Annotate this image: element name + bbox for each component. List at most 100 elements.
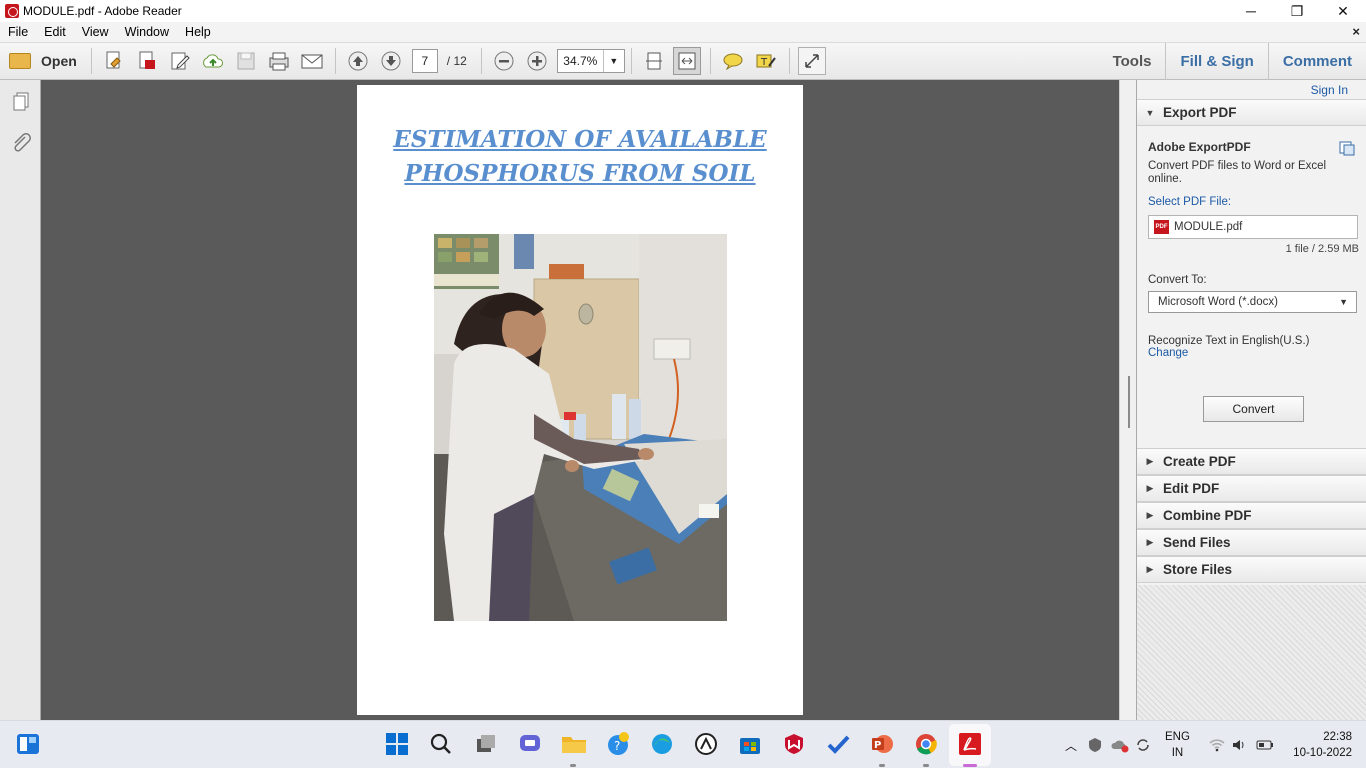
lab-photo (434, 234, 727, 621)
triangle-down-icon: ▼ (1145, 107, 1155, 118)
mcafee-button[interactable] (781, 731, 807, 757)
svg-text:T: T (760, 57, 768, 68)
checkmark-icon (827, 735, 850, 754)
tab-fill-sign[interactable]: Fill & Sign (1165, 43, 1267, 80)
menu-window[interactable]: Window (117, 25, 177, 39)
previous-page-button[interactable] (344, 47, 372, 75)
menu-help[interactable]: Help (177, 25, 219, 39)
search-button[interactable] (428, 731, 454, 757)
selected-file-field[interactable]: PDF MODULE.pdf (1148, 215, 1358, 239)
minimize-button[interactable]: ─ (1228, 0, 1274, 22)
input-language[interactable]: ENG IN (1165, 729, 1190, 761)
store-files-header[interactable]: ▶ Store Files (1137, 556, 1366, 583)
edit-pdf-header[interactable]: ▶ Edit PDF (1137, 475, 1366, 502)
convert-to-select[interactable]: Microsoft Word (*.docx) ▼ (1148, 291, 1357, 313)
scrollbar-thumb[interactable] (1128, 376, 1130, 428)
send-files-header[interactable]: ▶ Send Files (1137, 529, 1366, 556)
running-indicator (879, 764, 885, 767)
tasks-panel: Sign In ▼ Export PDF Adobe ExportPDF Con… (1136, 80, 1366, 720)
file-info: 1 file / 2.59 MB (1285, 243, 1359, 255)
combine-pdf-label: Combine PDF (1163, 508, 1252, 523)
cloud-error-icon[interactable] (1111, 737, 1129, 753)
chevron-down-icon[interactable]: ▼ (604, 56, 624, 66)
tab-comment[interactable]: Comment (1267, 43, 1366, 80)
document-area[interactable]: ESTIMATION OF AVAILABLE PHOSPHORUS FROM … (41, 80, 1119, 720)
tips-button[interactable]: ? (605, 731, 631, 757)
export-help-icon[interactable] (1339, 140, 1355, 156)
fit-width-button[interactable] (673, 47, 702, 75)
cloud-upload-icon (203, 54, 224, 68)
teams-chat-button[interactable] (517, 731, 543, 757)
sync-icon[interactable] (1135, 737, 1151, 753)
navigation-pane (0, 80, 41, 720)
highlight-text-button[interactable]: T (752, 47, 780, 75)
search-icon (430, 733, 451, 754)
comment-bubble-icon (723, 53, 743, 71)
document-title: ESTIMATION OF AVAILABLE PHOSPHORUS FROM … (357, 123, 803, 191)
menu-file[interactable]: File (0, 25, 36, 39)
create-pdf-icon (106, 51, 121, 69)
close-document-button[interactable]: × (1352, 24, 1360, 39)
chevron-up-icon[interactable]: ︿ (1065, 737, 1077, 754)
full-screen-button[interactable] (798, 47, 827, 75)
tab-tools[interactable]: Tools (1099, 43, 1166, 80)
next-page-button[interactable] (377, 47, 405, 75)
battery-icon (1256, 740, 1273, 750)
file-explorer-button[interactable] (561, 731, 587, 757)
triangle-right-icon: ▶ (1146, 510, 1154, 520)
vertical-scrollbar[interactable] (1119, 80, 1136, 720)
store-button[interactable] (737, 731, 763, 757)
widgets-button[interactable] (15, 731, 41, 757)
edge-browser-button[interactable] (649, 731, 675, 757)
upload-button[interactable] (199, 47, 227, 75)
toolbar-divider (788, 48, 790, 74)
convert-button[interactable]: Convert (1203, 396, 1304, 422)
edit-button[interactable] (166, 47, 194, 75)
region-code: IN (1171, 747, 1184, 759)
page-thumbnails-button[interactable] (0, 80, 41, 122)
attachments-button[interactable] (0, 122, 41, 164)
zoom-value[interactable]: 34.7% (558, 50, 604, 72)
task-view-button[interactable] (473, 731, 499, 757)
running-indicator (923, 764, 929, 767)
open-button[interactable]: Open (9, 53, 77, 69)
save-pdf-button[interactable] (133, 47, 161, 75)
fit-page-button[interactable] (640, 47, 668, 75)
fit-width-icon (678, 52, 696, 70)
language-code: ENG (1165, 731, 1190, 743)
zoom-out-button[interactable] (490, 47, 518, 75)
email-button[interactable] (298, 47, 326, 75)
print-button[interactable] (265, 47, 293, 75)
close-button[interactable]: ✕ (1320, 0, 1366, 22)
document-title-line-1: ESTIMATION OF AVAILABLE (393, 126, 767, 153)
create-pdf-header[interactable]: ▶ Create PDF (1137, 448, 1366, 475)
zoom-select[interactable]: 34.7% ▼ (556, 49, 625, 73)
clock-time: 22:38 (1323, 731, 1352, 743)
window-controls: ─ ❐ ✕ (1228, 0, 1366, 22)
mcafee-tray-icon[interactable] (1087, 737, 1103, 753)
page-number-input[interactable]: 7 (411, 49, 438, 73)
combine-pdf-header[interactable]: ▶ Combine PDF (1137, 502, 1366, 529)
restore-button[interactable]: ❐ (1274, 0, 1320, 22)
sticky-note-button[interactable] (719, 47, 747, 75)
create-pdf-button[interactable] (100, 47, 128, 75)
convert-to-value: Microsoft Word (*.docx) (1158, 296, 1278, 308)
start-button[interactable] (384, 731, 410, 757)
export-pdf-header[interactable]: ▼ Export PDF (1137, 99, 1366, 126)
app-button[interactable] (693, 731, 719, 757)
todo-button[interactable] (825, 731, 851, 757)
change-language-link[interactable]: Change (1148, 347, 1188, 359)
adobe-reader-button[interactable] (957, 731, 983, 757)
clock[interactable]: 22:38 10-10-2022 (1293, 729, 1352, 761)
menu-edit[interactable]: Edit (36, 25, 74, 39)
save-button[interactable] (232, 47, 260, 75)
sign-in-link[interactable]: Sign In (1311, 83, 1348, 97)
windows-start-icon (386, 733, 408, 755)
chrome-button[interactable] (913, 731, 939, 757)
powerpoint-button[interactable]: P (869, 731, 895, 757)
open-label: Open (41, 53, 77, 69)
zoom-in-button[interactable] (523, 47, 551, 75)
menu-view[interactable]: View (74, 25, 117, 39)
quick-settings[interactable] (1209, 721, 1274, 768)
plus-icon (527, 51, 547, 71)
